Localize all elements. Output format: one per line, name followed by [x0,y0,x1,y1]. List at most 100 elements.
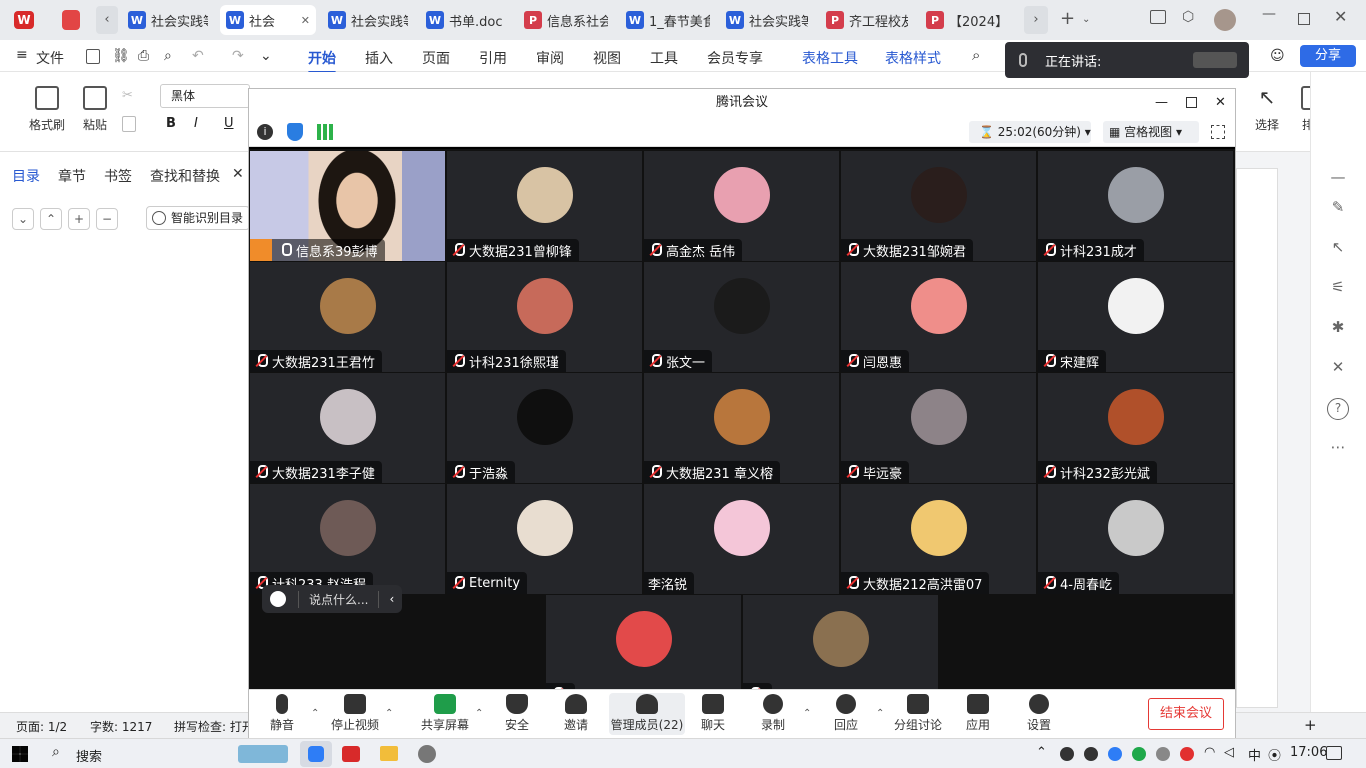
search-icon[interactable]: ⌕ [972,46,980,64]
record-button[interactable]: 录制 [743,694,803,733]
tray-app-icon-3[interactable] [1108,747,1122,761]
close-panel-icon[interactable]: ✕ [232,166,244,182]
remove-level-icon[interactable]: − [96,208,118,230]
taskbar-meeting-app[interactable] [300,741,332,767]
font-name-field[interactable]: 黑体 [160,84,250,108]
participant-tile[interactable]: Eternity [447,484,642,594]
tray-app-icon-1[interactable] [1060,747,1074,761]
cube-icon[interactable]: ⬡ [1182,9,1194,25]
input-mode-icon[interactable]: ⦿ [1268,745,1281,764]
collapse-icon[interactable]: — [1327,168,1349,190]
participant-tile[interactable]: 大数据231王君竹 [250,262,445,372]
italic-icon[interactable]: I [194,116,198,131]
participant-tile[interactable]: 宋建辉 [1038,262,1233,372]
fullscreen-icon[interactable] [1211,125,1225,139]
invite-button[interactable]: 邀请 [546,694,606,733]
brain-icon[interactable]: ✱ [1327,318,1349,340]
document-tab[interactable]: W 社会 ✕ [220,5,316,35]
document-tab[interactable]: W 书单.doc [420,5,512,35]
tray-app-icon-5[interactable] [1156,747,1170,761]
participant-tile[interactable]: 大数据231邹婉君 [841,151,1036,261]
zoom-in-icon[interactable]: + [1304,716,1317,734]
save-icon[interactable] [86,49,100,64]
menu-tools[interactable]: 工具 [650,48,678,68]
tab-bookmarks[interactable]: 书签 [104,166,132,186]
breakout-button[interactable]: 分组讨论 [888,694,948,733]
more-chevron-icon[interactable]: ⌄ [260,48,272,64]
document-tab[interactable]: W 社会实践等 [122,5,214,35]
document-tab[interactable]: W 社会实践等 [322,5,414,35]
clock[interactable]: 17:06 [1290,745,1327,760]
word-count[interactable]: 字数: 1217 [90,718,152,735]
tab-chapters[interactable]: 章节 [58,166,86,186]
cut-icon[interactable]: ✂ [122,88,133,103]
tab-scroll-left-icon[interactable]: ‹ [96,6,118,34]
notification-icon[interactable] [1326,746,1342,760]
participant-tile[interactable]: 信息系39彭博 [250,151,445,261]
close-tab-icon[interactable]: ✕ [301,14,310,27]
tray-chevron-icon[interactable]: ⌃ [1036,745,1047,760]
share-button[interactable]: 分享 [1300,45,1356,67]
menu-table-style[interactable]: 表格样式 [885,48,941,68]
tab-scroll-right-icon[interactable]: › [1024,6,1048,34]
tray-app-icon-6[interactable] [1180,747,1194,761]
participant-tile[interactable]: 李洺锐 [644,484,839,594]
participant-tile[interactable]: 闫恩惠 [841,262,1036,372]
pen-icon[interactable]: ✎ [1327,198,1349,220]
participant-tile[interactable]: 计科231徐熙瑾 [447,262,642,372]
document-tab[interactable]: W 1_春节美食 [620,5,716,35]
participant-tile[interactable]: 张文一 [644,262,839,372]
copy-icon[interactable] [122,116,136,132]
react-button[interactable]: 回应 [816,694,876,733]
shield-icon[interactable] [287,123,303,141]
participant-tile[interactable]: 计科233 赵浩程 [250,484,445,594]
format-brush-button[interactable]: 格式刷 [22,86,72,133]
cursor-icon[interactable]: ↖ [1327,238,1349,260]
taskbar-widget-icon[interactable] [238,745,288,763]
security-button[interactable]: 安全 [487,694,547,733]
close-icon[interactable]: ✕ [1334,7,1347,26]
wps-logo-icon[interactable]: W [14,11,34,29]
info-icon[interactable]: i [257,124,273,140]
video-options-chevron-icon[interactable]: ⌃ [385,708,393,719]
ime-indicator[interactable]: 中 [1248,745,1261,764]
participant-tile[interactable]: 计科231成才 [1038,151,1233,261]
menu-reference[interactable]: 引用 [479,48,507,68]
menu-page[interactable]: 页面 [422,48,450,68]
taskbar-search-label[interactable]: 搜索 [76,746,102,765]
bold-icon[interactable]: B [166,116,176,131]
emoji-icon[interactable] [270,591,286,607]
menu-review[interactable]: 审阅 [536,48,564,68]
end-meeting-button[interactable]: 结束会议 [1148,698,1224,730]
menu-home[interactable]: 开始 [308,48,336,74]
tab-find-replace[interactable]: 查找和替换 [150,166,220,186]
participant-tile[interactable]: 大数据231曾柳锋 [447,151,642,261]
tab-list-chevron-icon[interactable]: ⌄ [1082,14,1090,25]
signal-icon[interactable] [317,124,333,140]
taskbar-search-icon[interactable]: ⌕ [52,744,60,760]
settings-button[interactable]: 设置 [1009,694,1069,733]
print-icon[interactable]: ⎙ [138,48,149,64]
view-mode-button[interactable]: ▦ 宫格视图 ▾ [1103,121,1199,143]
participant-tile[interactable]: 于浩淼 [447,373,642,483]
menu-insert[interactable]: 插入 [365,48,393,68]
quick-chat-input[interactable]: 说点什么... ‹ [262,585,402,613]
share-options-chevron-icon[interactable]: ⌃ [475,708,483,719]
meeting-close-icon[interactable]: ✕ [1215,89,1226,117]
tools-icon[interactable]: ✕ [1327,358,1349,380]
chat-bubble-icon[interactable]: ☺ [1270,48,1285,64]
menu-member[interactable]: 会员专享 [707,48,763,68]
participant-tile[interactable]: 大数据212高洪雷07 [841,484,1036,594]
more-dots-icon[interactable]: ⋯ [1327,438,1349,460]
document-tab[interactable]: P 【2024】 [920,5,1016,35]
participant-tile[interactable]: 4-周春屹 [1038,484,1233,594]
mute-options-chevron-icon[interactable]: ⌃ [311,708,319,719]
sidebar-toggle-icon[interactable] [1150,10,1166,24]
tab-toc[interactable]: 目录 [12,166,40,186]
document-tab[interactable]: W 社会实践等 [720,5,814,35]
new-tab-icon[interactable]: + [1060,8,1075,29]
document-tab[interactable]: P 齐工程校友 [820,5,914,35]
minimize-icon[interactable]: — [1262,6,1276,22]
pdf-icon[interactable] [62,10,80,30]
menu-table-tools[interactable]: 表格工具 [802,48,858,68]
